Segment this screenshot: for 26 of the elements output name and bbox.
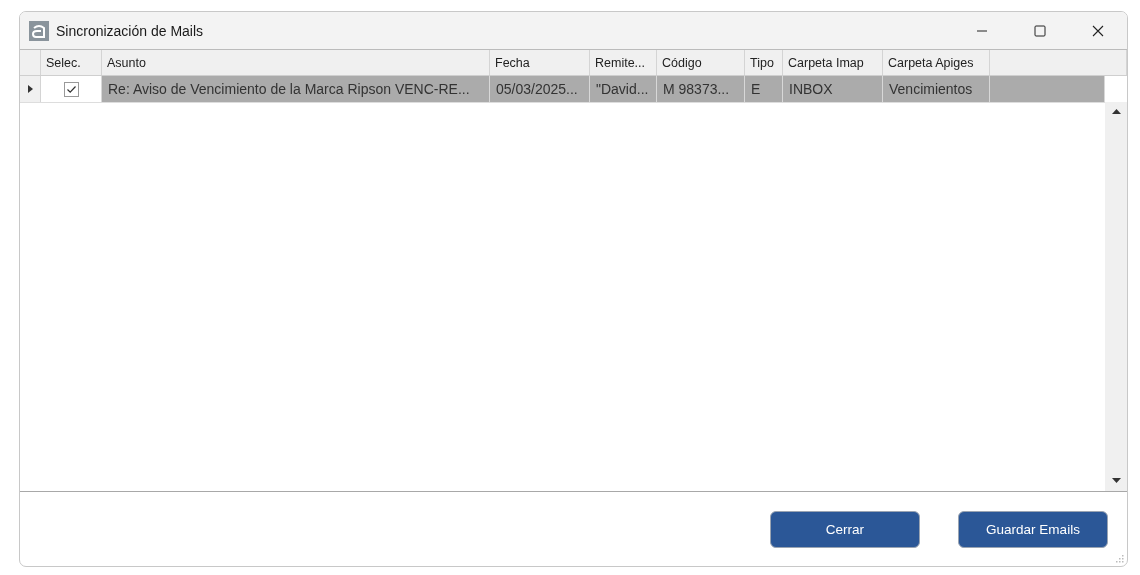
column-header[interactable]: Carpeta Apiges (883, 50, 990, 75)
maximize-icon[interactable] (1034, 24, 1046, 37)
scroll-up-icon[interactable] (1111, 109, 1121, 114)
save-button[interactable]: Guardar Emails (958, 511, 1108, 548)
column-header[interactable]: Asunto (102, 50, 490, 75)
column-header[interactable]: Remite... (590, 50, 657, 75)
column-header[interactable]: Carpeta Imap (783, 50, 883, 75)
table-cell: 05/03/2025... (490, 76, 590, 102)
app-logo-icon (29, 20, 49, 41)
checkbox[interactable] (63, 81, 79, 97)
close-icon[interactable] (1092, 24, 1104, 37)
column-header[interactable]: Selec. (41, 50, 102, 75)
scroll-down-icon[interactable] (1111, 478, 1121, 483)
table-cell: Re: Aviso de Vencimiento de la Marca Ripson VENC-RE... (102, 76, 490, 102)
table-cell: E (745, 76, 783, 102)
column-header[interactable]: Fecha (490, 50, 590, 75)
table-cell: "David... (590, 76, 657, 102)
resize-grip-icon[interactable] (1116, 555, 1124, 563)
scrollbar[interactable] (1105, 102, 1127, 491)
table-cell: M 98373... (657, 76, 745, 102)
table-cell: Vencimientos (883, 76, 990, 102)
window-title: Sincronización de Mails (56, 22, 204, 39)
column-header[interactable]: Tipo (745, 50, 783, 75)
table-cell: INBOX (783, 76, 883, 102)
close-button[interactable]: Cerrar (770, 511, 920, 548)
column-header[interactable]: Código (657, 50, 745, 75)
